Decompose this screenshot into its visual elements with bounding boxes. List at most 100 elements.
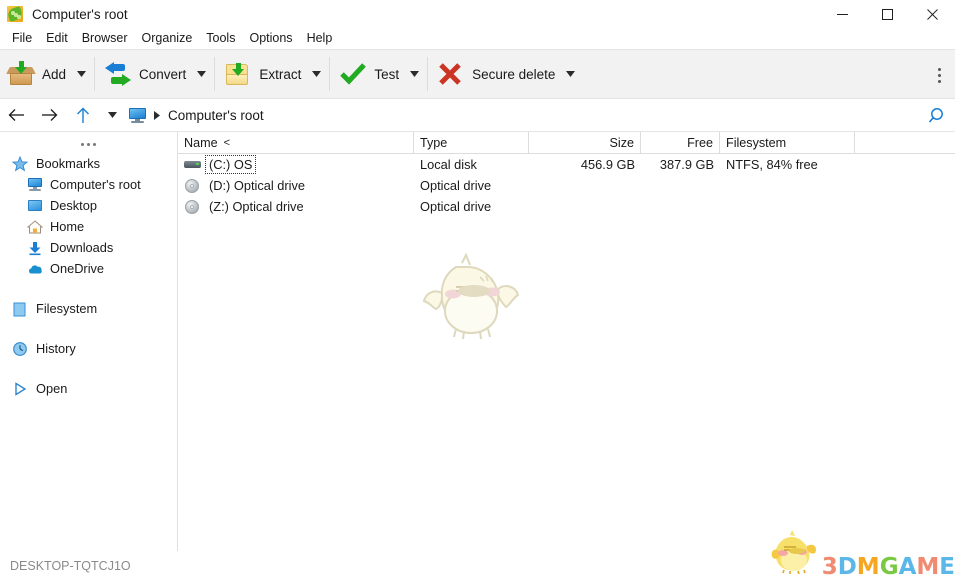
window-title: Computer's root [32, 6, 128, 22]
column-header-type[interactable]: Type [414, 132, 529, 154]
address-bar: Computer's root [0, 99, 955, 132]
toolbar-separator [94, 57, 96, 91]
file-name: (D:) Optical drive [209, 178, 305, 193]
test-label: Test [374, 66, 400, 82]
sidebar-item-label: History [36, 341, 76, 356]
file-free [641, 175, 720, 196]
menu-browser[interactable]: Browser [75, 28, 135, 49]
extract-button[interactable]: Extract [217, 49, 305, 99]
add-label: Add [42, 66, 67, 82]
maximize-button[interactable] [865, 0, 910, 28]
menu-tools[interactable]: Tools [199, 28, 242, 49]
sidebar-item-label: Desktop [50, 198, 97, 213]
breadcrumb[interactable]: Computer's root [165, 108, 264, 123]
minimize-button[interactable] [820, 0, 865, 28]
column-header-name[interactable]: Name < [178, 132, 414, 154]
clock-icon [12, 341, 28, 357]
secure-delete-button[interactable]: Secure delete [430, 49, 559, 99]
add-dropdown-arrow[interactable] [70, 49, 92, 99]
optical-disc-icon [184, 199, 201, 215]
table-row[interactable]: (C:) OS Local disk 456.9 GB 387.9 GB NTF… [178, 154, 955, 175]
test-button[interactable]: Test [332, 49, 403, 99]
file-size: 456.9 GB [580, 157, 635, 172]
forward-arrow-icon[interactable] [33, 99, 66, 132]
chevron-right-icon [149, 99, 165, 132]
watermark-text: 3DMGAME [821, 554, 955, 580]
file-filesystem [720, 175, 855, 196]
star-icon [12, 155, 28, 172]
extract-dropdown-arrow[interactable] [305, 49, 327, 99]
toolbar-group-secure-delete: Secure delete [430, 49, 581, 99]
chick-mascot-watermark [416, 249, 526, 354]
column-header-filesystem[interactable]: Filesystem [720, 132, 855, 154]
menu-help[interactable]: Help [300, 28, 340, 49]
back-arrow-icon[interactable] [0, 99, 33, 132]
sidebar-item-home[interactable]: Home [0, 216, 177, 237]
computer-icon[interactable] [125, 99, 149, 132]
3dmgame-watermark: 3DMGAME [770, 528, 955, 579]
table-row[interactable]: (D:) Optical drive Optical drive [178, 175, 955, 196]
sidebar-item-label: Bookmarks [36, 156, 101, 171]
title-bar: Computer's root [0, 0, 955, 28]
convert-arrows-icon [105, 61, 132, 87]
sidebar-item-onedrive[interactable]: OneDrive [0, 258, 177, 279]
window-controls [820, 0, 955, 28]
sidebar-item-desktop[interactable]: Desktop [0, 195, 177, 216]
filesystem-icon [12, 301, 28, 317]
peazip-pod-icon [6, 5, 24, 23]
convert-dropdown-arrow[interactable] [190, 49, 212, 99]
sidebar-item-label: Filesystem [36, 301, 98, 316]
column-header-extra[interactable] [855, 132, 935, 154]
convert-label: Convert [139, 66, 187, 82]
sidebar-item-bookmarks[interactable]: Bookmarks [0, 153, 177, 174]
content-area: Bookmarks Computer's root Desktop Home D… [0, 132, 955, 551]
sidebar-item-computers-root[interactable]: Computer's root [0, 174, 177, 195]
column-header-free[interactable]: Free [641, 132, 720, 154]
optical-disc-icon [184, 178, 201, 194]
overflow-menu-icon[interactable] [928, 50, 950, 100]
file-list-body: (C:) OS Local disk 456.9 GB 387.9 GB NTF… [178, 154, 955, 551]
hard-disk-icon [184, 157, 201, 173]
sidebar-item-open[interactable]: Open [0, 378, 177, 399]
test-dropdown-arrow[interactable] [403, 49, 425, 99]
sidebar: Bookmarks Computer's root Desktop Home D… [0, 132, 178, 551]
sidebar-item-label: OneDrive [50, 261, 105, 276]
menu-organize[interactable]: Organize [135, 28, 200, 49]
file-filesystem: NTFS, 84% free [726, 157, 818, 172]
sidebar-item-downloads[interactable]: Downloads [0, 237, 177, 258]
menu-options[interactable]: Options [242, 28, 299, 49]
menu-file[interactable]: File [5, 28, 39, 49]
column-header-size[interactable]: Size [529, 132, 641, 154]
home-icon [27, 219, 43, 235]
computer-icon [27, 177, 43, 193]
file-type: Optical drive [420, 199, 492, 214]
desktop-icon [27, 198, 43, 214]
sidebar-overflow-dots[interactable] [0, 135, 177, 153]
add-button[interactable]: Add [0, 49, 70, 99]
secure-delete-label: Secure delete [472, 66, 556, 82]
chick-mascot-icon [770, 528, 822, 579]
close-button[interactable] [910, 0, 955, 28]
search-icon[interactable] [927, 99, 945, 132]
file-size [529, 196, 641, 217]
file-free: 387.9 GB [659, 157, 714, 172]
peazip-window: Computer's root File Edit Browser Organi… [0, 0, 955, 581]
secure-delete-dropdown-arrow[interactable] [559, 49, 581, 99]
box-add-icon [6, 61, 36, 87]
up-arrow-icon[interactable] [66, 99, 99, 132]
file-type: Optical drive [420, 178, 492, 193]
sidebar-item-label: Open [36, 381, 68, 396]
toolbar-separator [214, 57, 216, 91]
table-row[interactable]: (Z:) Optical drive Optical drive [178, 196, 955, 217]
sidebar-item-filesystem[interactable]: Filesystem [0, 298, 177, 319]
sidebar-item-label: Downloads [50, 240, 114, 255]
address-history-dropdown[interactable] [99, 99, 125, 132]
red-x-icon [438, 61, 464, 87]
sidebar-item-history[interactable]: History [0, 338, 177, 359]
convert-button[interactable]: Convert [97, 49, 190, 99]
sidebar-item-label: Computer's root [50, 177, 141, 192]
file-type: Local disk [420, 157, 477, 172]
menu-edit[interactable]: Edit [39, 28, 75, 49]
toolbar-group-convert: Convert [97, 49, 212, 99]
